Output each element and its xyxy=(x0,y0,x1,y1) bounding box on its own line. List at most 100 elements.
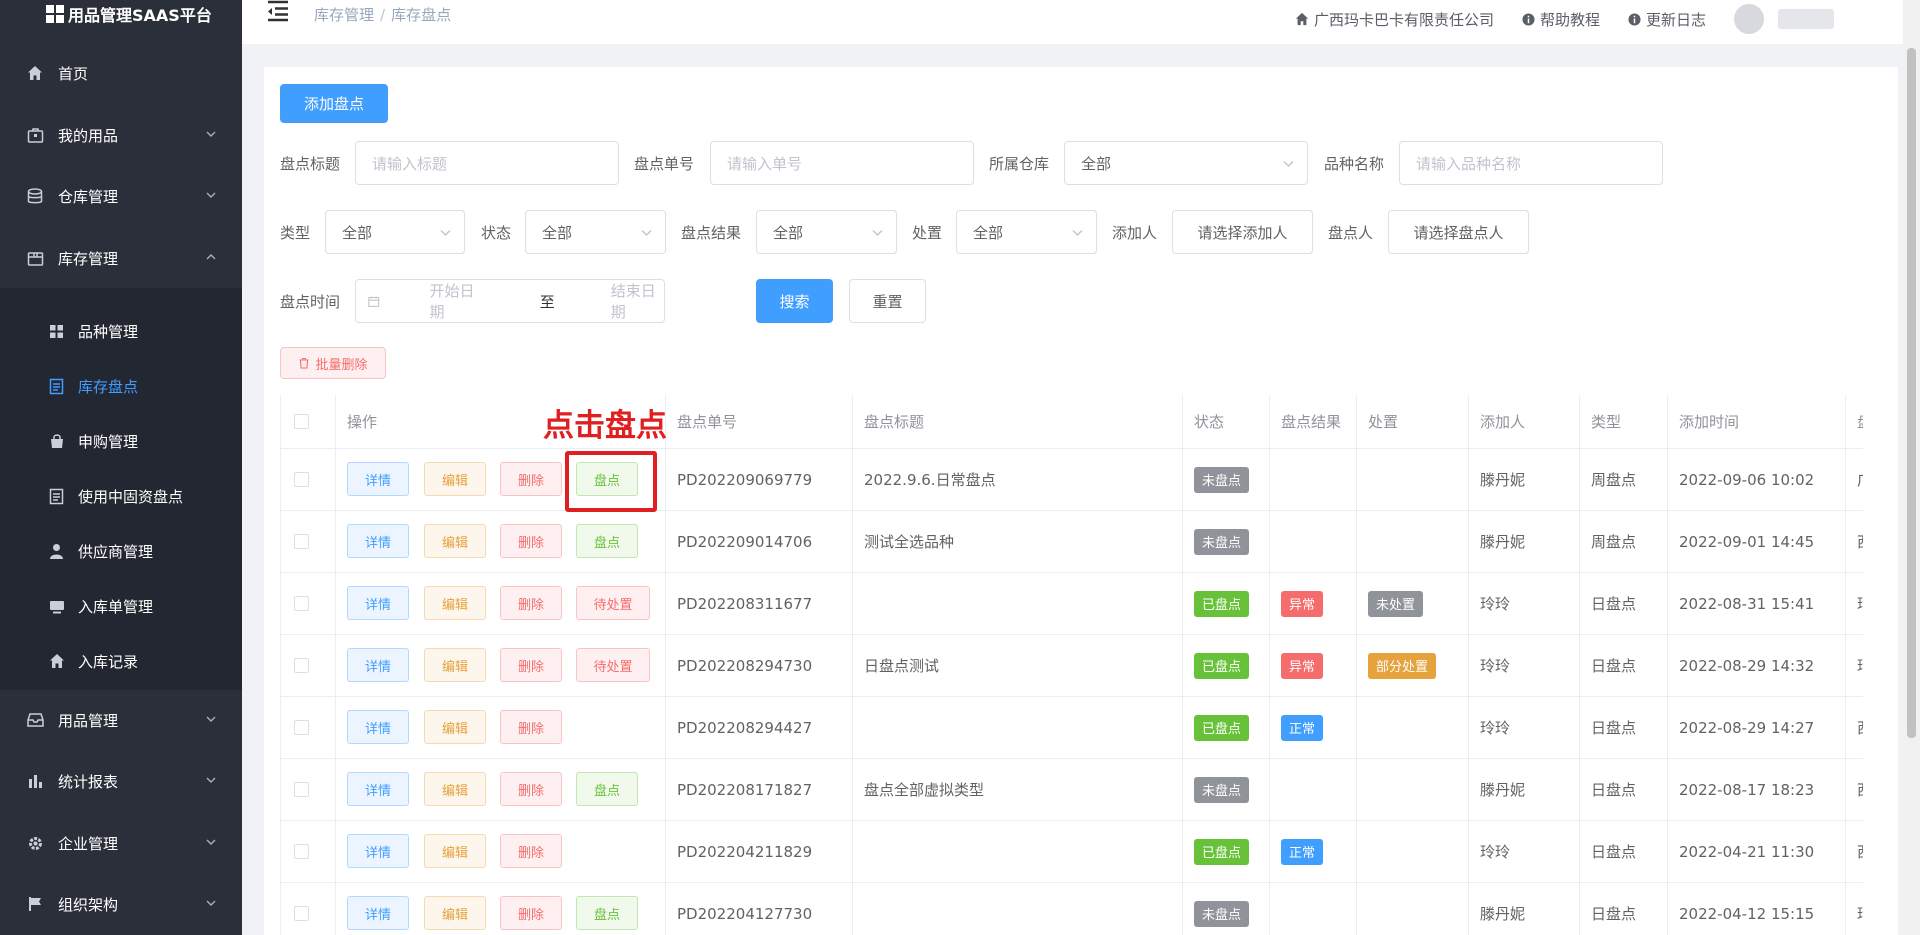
edit-button[interactable]: 编辑 xyxy=(424,524,486,558)
pending-handle-button[interactable]: 待处置 xyxy=(576,648,650,682)
stocktake-button[interactable]: 盘点 xyxy=(576,772,638,806)
detail-button[interactable]: 详情 xyxy=(347,524,409,558)
result-select[interactable]: 全部 xyxy=(756,210,897,254)
title-cell: 日盘点测试 xyxy=(853,635,1183,696)
sidebar-item-home[interactable]: 首页 xyxy=(0,45,242,101)
sidebar-item-label: 申购管理 xyxy=(78,432,139,451)
changelog-link[interactable]: 更新日志 xyxy=(1628,9,1706,30)
detail-button[interactable]: 详情 xyxy=(347,710,409,744)
detail-button[interactable]: 详情 xyxy=(347,462,409,496)
title-input[interactable]: 请输入标题 xyxy=(355,141,619,185)
edit-button[interactable]: 编辑 xyxy=(424,834,486,868)
sidebar-item-asset-check[interactable]: 使用中固资盘点 xyxy=(0,471,242,521)
delete-button[interactable]: 删除 xyxy=(500,462,562,496)
order-no-input[interactable]: 请输入单号 xyxy=(710,141,974,185)
edit-button[interactable]: 编辑 xyxy=(424,896,486,930)
select-all-checkbox[interactable] xyxy=(294,414,309,429)
detail-button[interactable]: 详情 xyxy=(347,648,409,682)
delete-button[interactable]: 删除 xyxy=(500,834,562,868)
annotation-label: 点击盘点 xyxy=(543,408,667,444)
sidebar-item-label: 企业管理 xyxy=(58,834,119,853)
sidebar-item-my-supplies[interactable]: 我的用品 xyxy=(0,107,242,163)
stocktake-button[interactable]: 盘点 xyxy=(576,896,638,930)
avatar[interactable] xyxy=(1734,4,1764,34)
end-date-input[interactable]: 结束日期 xyxy=(611,280,664,322)
delete-button[interactable]: 删除 xyxy=(500,524,562,558)
row-checkbox[interactable] xyxy=(294,596,309,611)
edit-button[interactable]: 编辑 xyxy=(424,586,486,620)
status-select[interactable]: 全部 xyxy=(525,210,666,254)
delete-button[interactable]: 删除 xyxy=(500,648,562,682)
sidebar-item-variety[interactable]: 品种管理 xyxy=(0,306,242,356)
select-value: 全部 xyxy=(542,223,573,242)
sidebar-item-inbound-order[interactable]: 入库单管理 xyxy=(0,581,242,631)
breadcrumb-item[interactable]: 库存管理 xyxy=(314,6,374,24)
delete-button[interactable]: 删除 xyxy=(500,772,562,806)
sidebar-item-supplier[interactable]: 供应商管理 xyxy=(0,526,242,576)
page-scrollbar[interactable] xyxy=(1903,0,1920,935)
row-checkbox[interactable] xyxy=(294,534,309,549)
batch-delete-button[interactable]: 批量删除 xyxy=(280,347,386,379)
edit-button[interactable]: 编辑 xyxy=(424,462,486,496)
action-cell: 详情 编辑 删除 盘点 xyxy=(336,511,666,572)
row-checkbox[interactable] xyxy=(294,658,309,673)
sidebar-item-warehouse[interactable]: 仓库管理 xyxy=(0,168,242,224)
row-checkbox[interactable] xyxy=(294,472,309,487)
top-header: 库存管理 / 库存盘点 广西玛卡巴卡有限责任公司 帮助教程 更新日志 xyxy=(242,0,1920,44)
row-checkbox[interactable] xyxy=(294,906,309,921)
handle-select[interactable]: 全部 xyxy=(956,210,1097,254)
row-checkbox[interactable] xyxy=(294,720,309,735)
date-range-picker[interactable]: 开始日期 至 结束日期 xyxy=(355,279,665,323)
detail-button[interactable]: 详情 xyxy=(347,586,409,620)
row-checkbox[interactable] xyxy=(294,782,309,797)
delete-button[interactable]: 删除 xyxy=(500,896,562,930)
result-cell: 正常 xyxy=(1270,697,1357,758)
company-link[interactable]: 广西玛卡巴卡有限责任公司 xyxy=(1295,9,1494,30)
reset-button[interactable]: 重置 xyxy=(849,279,926,323)
home-icon xyxy=(1295,12,1309,26)
sidebar-item-inventory[interactable]: 库存管理 xyxy=(0,230,242,286)
detail-button[interactable]: 详情 xyxy=(347,772,409,806)
search-button[interactable]: 搜索 xyxy=(756,279,833,323)
select-checker-button[interactable]: 请选择盘点人 xyxy=(1388,210,1529,254)
stocktake-button[interactable]: 盘点 xyxy=(576,524,638,558)
row-checkbox[interactable] xyxy=(294,844,309,859)
handle-cell xyxy=(1357,883,1469,935)
variety-input[interactable]: 请输入品种名称 xyxy=(1399,141,1663,185)
chevron-down-icon xyxy=(641,230,652,236)
result-cell xyxy=(1270,511,1357,572)
detail-button[interactable]: 详情 xyxy=(347,834,409,868)
edit-button[interactable]: 编辑 xyxy=(424,772,486,806)
scrollbar-thumb[interactable] xyxy=(1907,48,1916,738)
sidebar-item-enterprise[interactable]: 企业管理 xyxy=(0,815,242,871)
status-badge: 未盘点 xyxy=(1194,528,1250,555)
edit-button[interactable]: 编辑 xyxy=(424,710,486,744)
edit-button[interactable]: 编辑 xyxy=(424,648,486,682)
select-adder-button[interactable]: 请选择添加人 xyxy=(1172,210,1313,254)
sidebar-item-stocktake[interactable]: 库存盘点 xyxy=(0,361,242,411)
help-link[interactable]: 帮助教程 xyxy=(1522,9,1600,30)
delete-button[interactable]: 删除 xyxy=(500,586,562,620)
add-stocktake-button[interactable]: 添加盘点 xyxy=(280,84,388,123)
sidebar-item-purchase[interactable]: 申购管理 xyxy=(0,416,242,466)
filter-label: 盘点人 xyxy=(1328,224,1374,242)
sidebar-item-reports[interactable]: 统计报表 xyxy=(0,753,242,809)
delete-button[interactable]: 删除 xyxy=(500,710,562,744)
start-date-input[interactable]: 开始日期 xyxy=(430,280,483,322)
chevron-down-icon xyxy=(1072,230,1083,236)
column-header: 盘 xyxy=(1846,395,1863,448)
sidebar-item-supplies[interactable]: 用品管理 xyxy=(0,692,242,748)
type-select[interactable]: 全部 xyxy=(325,210,465,254)
detail-button[interactable]: 详情 xyxy=(347,896,409,930)
menu-toggle-icon[interactable] xyxy=(266,0,290,22)
table-header: 操作 盘点单号 盘点标题 状态 盘点结果 处置 添加人 类型 添加时间 盘 xyxy=(281,395,1863,449)
result-cell xyxy=(1270,883,1357,935)
sidebar-item-inbound-record[interactable]: 入库记录 xyxy=(0,636,242,686)
home-icon xyxy=(26,64,44,82)
adder-cell: 滕丹妮 xyxy=(1469,759,1580,820)
pending-handle-button[interactable]: 待处置 xyxy=(576,586,650,620)
username-redacted[interactable] xyxy=(1778,9,1834,29)
warehouse-select[interactable]: 全部 xyxy=(1064,141,1308,185)
sidebar-item-org[interactable]: 组织架构 xyxy=(0,876,242,932)
table-row: 详情 编辑 删除 待处置 PD202208294730 日盘点测试 已盘点 异常 部分处置 玲玲日… xyxy=(281,635,1863,697)
